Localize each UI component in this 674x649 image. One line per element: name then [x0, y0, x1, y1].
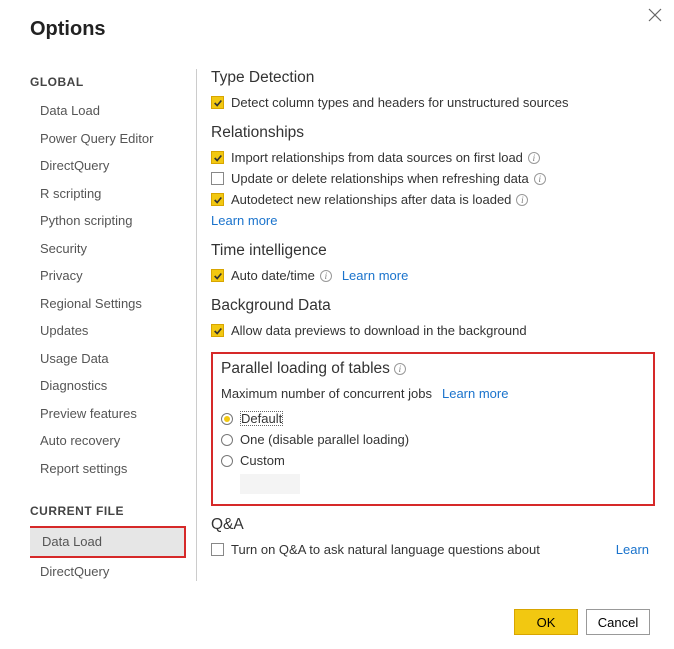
relationships-group: Relationships Import relationships from …	[211, 124, 655, 228]
auto-date-time-row[interactable]: Auto date/time i Learn more	[211, 268, 655, 283]
checkbox-icon[interactable]	[211, 151, 224, 164]
autodetect-relationships-label: Autodetect new relationships after data …	[231, 192, 511, 207]
qa-learn-link[interactable]: Learn	[616, 542, 649, 557]
sidebar-item-current-data-load[interactable]: Data Load	[30, 526, 186, 558]
qa-enable-row[interactable]: Turn on Q&A to ask natural language ques…	[211, 542, 655, 557]
info-icon[interactable]: i	[394, 363, 406, 375]
qa-enable-label: Turn on Q&A to ask natural language ques…	[231, 542, 540, 557]
parallel-sub-row: Maximum number of concurrent jobs Learn …	[221, 386, 643, 401]
ok-button[interactable]: OK	[514, 609, 578, 635]
relationships-learn-more-link[interactable]: Learn more	[211, 213, 655, 228]
checkbox-icon[interactable]	[211, 96, 224, 109]
sidebar-item-diagnostics[interactable]: Diagnostics	[30, 372, 186, 400]
radio-custom-label: Custom	[240, 453, 285, 468]
sidebar-item-auto-recovery[interactable]: Auto recovery	[30, 427, 186, 455]
sidebar-item-r-scripting[interactable]: R scripting	[30, 180, 186, 208]
vertical-divider	[196, 69, 197, 581]
sidebar-item-report-settings[interactable]: Report settings	[30, 455, 186, 483]
sidebar-item-python-scripting[interactable]: Python scripting	[30, 207, 186, 235]
info-icon[interactable]: i	[516, 194, 528, 206]
checkbox-icon[interactable]	[211, 269, 224, 282]
sidebar-header-global: GLOBAL	[30, 69, 186, 97]
import-relationships-label: Import relationships from data sources o…	[231, 150, 523, 165]
checkbox-icon[interactable]	[211, 324, 224, 337]
radio-default-label: Default	[240, 411, 283, 426]
radio-icon[interactable]	[221, 413, 233, 425]
close-icon[interactable]	[648, 8, 662, 22]
radio-one-label: One (disable parallel loading)	[240, 432, 409, 447]
info-icon[interactable]: i	[528, 152, 540, 164]
checkbox-icon[interactable]	[211, 172, 224, 185]
sidebar-item-current-directquery[interactable]: DirectQuery	[30, 558, 186, 582]
parallel-loading-group: Parallel loading of tables i Maximum num…	[211, 352, 655, 506]
update-relationships-label: Update or delete relationships when refr…	[231, 171, 529, 186]
content-area: GLOBAL Data Load Power Query Editor Dire…	[30, 69, 659, 581]
sidebar-item-power-query-editor[interactable]: Power Query Editor	[30, 125, 186, 153]
qa-title: Q&A	[211, 516, 655, 534]
radio-icon[interactable]	[221, 434, 233, 446]
sidebar-item-privacy[interactable]: Privacy	[30, 262, 186, 290]
info-icon[interactable]: i	[534, 173, 546, 185]
time-learn-more-link[interactable]: Learn more	[342, 268, 408, 283]
sidebar[interactable]: GLOBAL Data Load Power Query Editor Dire…	[30, 69, 186, 581]
custom-jobs-input[interactable]	[240, 474, 300, 494]
checkbox-icon[interactable]	[211, 193, 224, 206]
sidebar-item-regional-settings[interactable]: Regional Settings	[30, 290, 186, 318]
radio-custom-row[interactable]: Custom	[221, 453, 643, 468]
detect-column-types-row[interactable]: Detect column types and headers for unst…	[211, 95, 655, 110]
radio-one-row[interactable]: One (disable parallel loading)	[221, 432, 643, 447]
background-data-group: Background Data Allow data previews to d…	[211, 297, 655, 338]
import-relationships-row[interactable]: Import relationships from data sources o…	[211, 150, 655, 165]
detect-column-types-label: Detect column types and headers for unst…	[231, 95, 568, 110]
sidebar-item-data-load[interactable]: Data Load	[30, 97, 186, 125]
background-data-title: Background Data	[211, 297, 655, 315]
parallel-sub-label: Maximum number of concurrent jobs	[221, 386, 432, 401]
type-detection-title: Type Detection	[211, 69, 655, 87]
type-detection-group: Type Detection Detect column types and h…	[211, 69, 655, 110]
update-relationships-row[interactable]: Update or delete relationships when refr…	[211, 171, 655, 186]
allow-background-preview-row[interactable]: Allow data previews to download in the b…	[211, 323, 655, 338]
qa-group: Q&A Turn on Q&A to ask natural language …	[211, 516, 655, 557]
auto-date-time-label: Auto date/time	[231, 268, 315, 283]
options-dialog: Options GLOBAL Data Load Power Query Edi…	[0, 0, 674, 649]
time-intelligence-title: Time intelligence	[211, 242, 655, 260]
checkbox-icon[interactable]	[211, 543, 224, 556]
sidebar-item-preview-features[interactable]: Preview features	[30, 400, 186, 428]
time-intelligence-group: Time intelligence Auto date/time i Learn…	[211, 242, 655, 283]
sidebar-item-directquery[interactable]: DirectQuery	[30, 152, 186, 180]
sidebar-header-current-file: CURRENT FILE	[30, 498, 186, 526]
allow-background-preview-label: Allow data previews to download in the b…	[231, 323, 527, 338]
info-icon[interactable]: i	[320, 270, 332, 282]
dialog-title: Options	[30, 18, 659, 41]
sidebar-item-usage-data[interactable]: Usage Data	[30, 345, 186, 373]
autodetect-relationships-row[interactable]: Autodetect new relationships after data …	[211, 192, 655, 207]
relationships-title: Relationships	[211, 124, 655, 142]
sidebar-item-security[interactable]: Security	[30, 235, 186, 263]
radio-icon[interactable]	[221, 455, 233, 467]
cancel-button[interactable]: Cancel	[586, 609, 650, 635]
parallel-loading-title: Parallel loading of tables i	[221, 360, 643, 378]
radio-default-row[interactable]: Default	[221, 411, 643, 426]
main-panel[interactable]: Type Detection Detect column types and h…	[211, 69, 659, 581]
parallel-learn-more-link[interactable]: Learn more	[442, 386, 508, 401]
dialog-footer: OK Cancel	[514, 609, 650, 635]
sidebar-item-updates[interactable]: Updates	[30, 317, 186, 345]
